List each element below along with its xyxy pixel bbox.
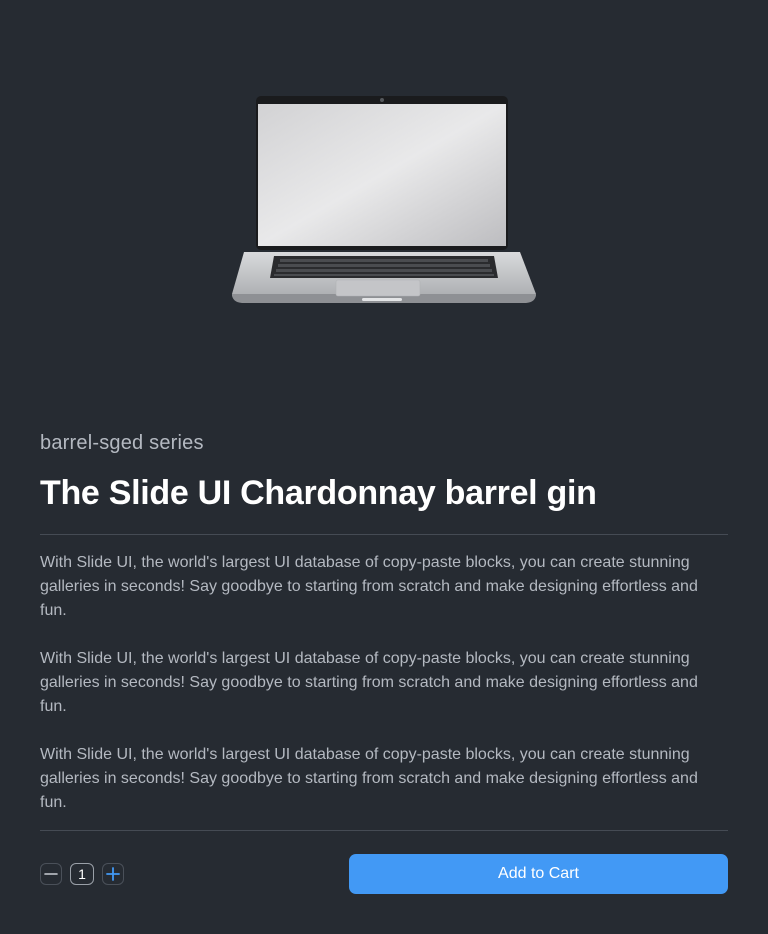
- plus-icon: [106, 867, 120, 881]
- description-paragraph: With Slide UI, the world's largest UI da…: [40, 554, 698, 619]
- description-paragraph: With Slide UI, the world's largest UI da…: [40, 746, 698, 811]
- divider: [40, 830, 728, 831]
- add-to-cart-button[interactable]: Add to Cart: [349, 854, 728, 894]
- product-title: The Slide UI Chardonnay barrel gin: [40, 474, 597, 512]
- quantity-value[interactable]: 1: [70, 863, 94, 885]
- product-page: barrel-sged series The Slide UI Chardonn…: [0, 0, 768, 934]
- laptop-image: [232, 96, 536, 303]
- quantity-stepper: 1: [40, 863, 124, 885]
- product-series: barrel-sged series: [40, 432, 204, 454]
- minus-icon: [44, 873, 58, 875]
- purchase-bar: 1 Add to Cart: [40, 854, 728, 894]
- divider: [40, 534, 728, 535]
- decrement-button[interactable]: [40, 863, 62, 885]
- product-image-area: [0, 0, 768, 400]
- increment-button[interactable]: [102, 863, 124, 885]
- description-paragraph: With Slide UI, the world's largest UI da…: [40, 650, 698, 715]
- product-description: With Slide UI, the world's largest UI da…: [40, 551, 728, 839]
